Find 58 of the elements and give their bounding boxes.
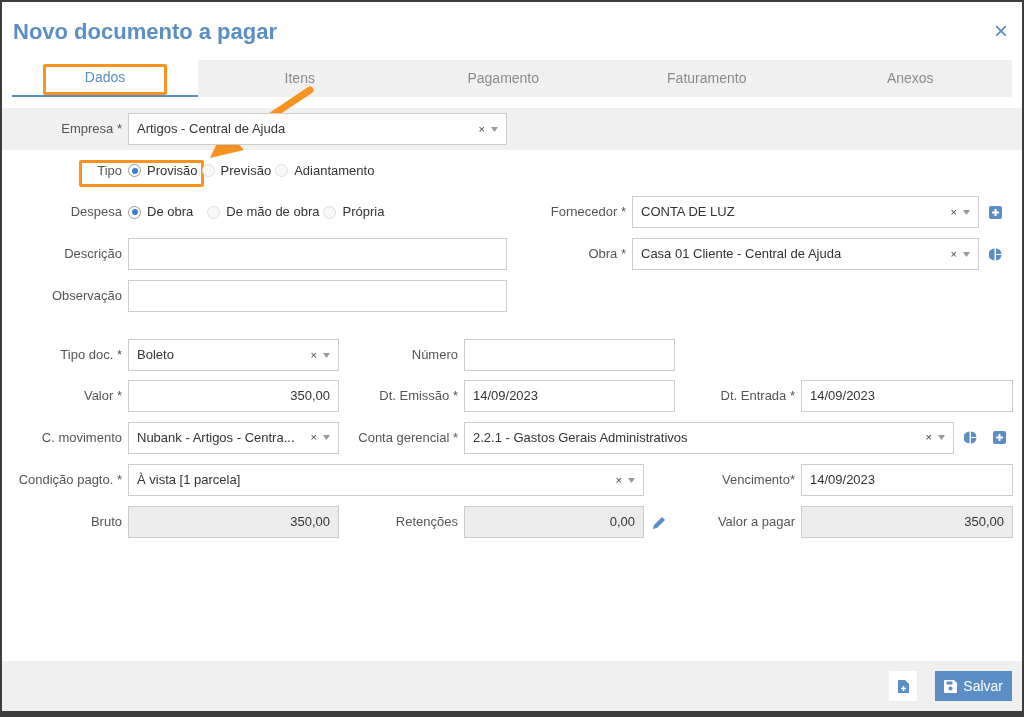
new-document-button[interactable] bbox=[889, 671, 918, 701]
field-label: Valor a pagar bbox=[716, 513, 796, 532]
amount-field: 0,00 bbox=[464, 506, 644, 538]
radio-option[interactable]: De mão de obra bbox=[207, 202, 320, 222]
caret-icon[interactable] bbox=[963, 209, 970, 215]
dropdown-field[interactable]: À vista [1 parcela] × bbox=[128, 464, 644, 496]
caret-icon[interactable] bbox=[963, 251, 970, 257]
input-field[interactable] bbox=[464, 339, 675, 371]
caret-icon[interactable] bbox=[628, 477, 635, 483]
radio-option[interactable]: Provisão bbox=[128, 160, 198, 181]
add-icon[interactable] bbox=[993, 431, 1006, 444]
dropdown-field[interactable]: Boleto × bbox=[128, 339, 339, 371]
pencil-icon[interactable] bbox=[653, 515, 666, 529]
field-label: Valor * bbox=[82, 387, 123, 406]
field-label: Empresa * bbox=[60, 120, 123, 139]
radio-option[interactable]: Previsão bbox=[201, 160, 272, 181]
field-label: Dt. Entrada * bbox=[719, 387, 796, 406]
field-label: C. movimento bbox=[40, 428, 123, 447]
dialog-title: Novo documento a pagar bbox=[13, 17, 278, 46]
field-label: Fornecedor * bbox=[549, 203, 627, 222]
dropdown-field[interactable]: CONTA DE LUZ × bbox=[632, 196, 979, 228]
field-label: Condição pagto. * bbox=[17, 471, 123, 490]
field-label: Retenções bbox=[394, 513, 459, 532]
dropdown-field[interactable]: Nubank - Artigos - Centra... × bbox=[128, 421, 339, 454]
radio-option[interactable]: De obra bbox=[128, 202, 194, 222]
field-label: Conta gerencial * bbox=[357, 428, 459, 447]
input-field[interactable]: 14/09/2023 bbox=[464, 380, 675, 412]
input-field[interactable] bbox=[128, 238, 507, 270]
field-label: Descrição bbox=[63, 245, 123, 264]
caret-icon[interactable] bbox=[491, 126, 498, 132]
field-label: Vencimento* bbox=[721, 471, 796, 490]
caret-icon[interactable] bbox=[323, 352, 330, 358]
amount-field: 350,00 bbox=[128, 506, 339, 538]
field-label: Bruto bbox=[89, 513, 123, 532]
radio-option[interactable]: Própria bbox=[323, 202, 385, 222]
field-label: Observação bbox=[50, 287, 123, 306]
dropdown-field[interactable]: Artigos - Central de Ajuda × bbox=[128, 113, 507, 145]
input-field[interactable]: 14/09/2023 bbox=[801, 380, 1013, 412]
file-add-icon bbox=[897, 679, 909, 693]
caret-icon[interactable] bbox=[323, 435, 330, 440]
input-field[interactable]: 14/09/2023 bbox=[801, 464, 1013, 496]
dropdown-field[interactable]: 2.2.1 - Gastos Gerais Administrativos × bbox=[464, 421, 954, 454]
radio-option[interactable]: Adiantamento bbox=[275, 160, 375, 181]
caret-icon[interactable] bbox=[938, 435, 945, 440]
save-icon bbox=[944, 679, 958, 693]
pie-chart-icon[interactable] bbox=[989, 247, 1002, 261]
field-label: Despesa bbox=[69, 203, 123, 222]
field-label: Tipo doc. * bbox=[59, 346, 123, 365]
add-icon[interactable] bbox=[989, 205, 1002, 219]
field-label: Número bbox=[410, 346, 459, 365]
dropdown-field[interactable]: Casa 01 Cliente - Central de Ajuda × bbox=[632, 238, 979, 270]
amount-field[interactable]: 350,00 bbox=[128, 380, 339, 412]
amount-field: 350,00 bbox=[801, 506, 1013, 538]
input-field[interactable] bbox=[128, 280, 507, 312]
field-label: Obra * bbox=[587, 245, 627, 264]
field-label: Dt. Emissão * bbox=[378, 387, 459, 406]
pie-chart-icon[interactable] bbox=[964, 431, 977, 444]
field-label: Tipo bbox=[96, 161, 123, 180]
